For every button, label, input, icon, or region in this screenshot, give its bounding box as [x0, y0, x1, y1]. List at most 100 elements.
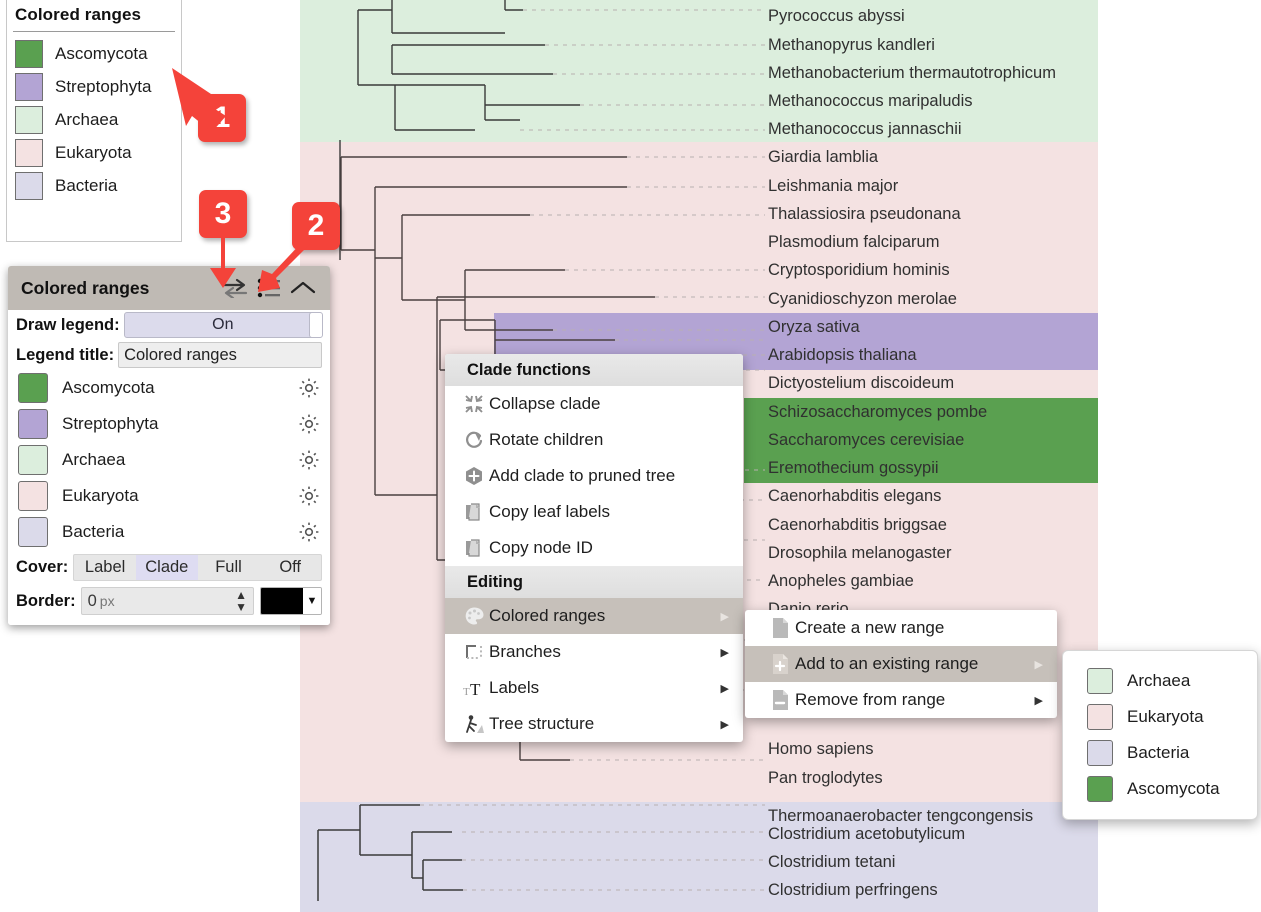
range-color-swatch[interactable] — [18, 481, 48, 511]
legend-title-input[interactable]: Colored ranges — [118, 342, 322, 368]
legend-color-swatch — [15, 106, 43, 134]
existing-range-option[interactable]: Bacteria — [1063, 735, 1257, 771]
leaf-label[interactable]: Clostridium tetani — [768, 848, 895, 877]
menu-item-colored-ranges[interactable]: Colored ranges▶ — [445, 598, 743, 634]
legend-item: Bacteria — [7, 169, 181, 202]
range-row[interactable]: Ascomycota — [8, 370, 330, 406]
leaf-label[interactable]: Clostridium acetobutylicum — [768, 820, 965, 849]
existing-range-label: Ascomycota — [1127, 779, 1220, 799]
leaf-label[interactable]: Methanococcus jannaschii — [768, 115, 962, 144]
existing-range-label: Eukaryota — [1127, 707, 1204, 727]
leaf-label[interactable]: Eremothecium gossypii — [768, 454, 939, 483]
range-color-swatch[interactable] — [18, 409, 48, 439]
leaf-label[interactable]: Thalassiosira pseudonana — [768, 200, 961, 229]
leaf-label[interactable]: Plasmodium falciparum — [768, 228, 939, 257]
legend-title-label: Legend title: — [16, 346, 114, 365]
colored-ranges-control-panel[interactable]: Colored ranges Draw legend: On — [8, 266, 330, 625]
leaf-label[interactable]: Cryptosporidium hominis — [768, 256, 950, 285]
border-width-value: 0 — [88, 592, 97, 611]
colored-ranges-submenu[interactable]: Create a new range Add to an existing ra… — [745, 610, 1057, 718]
leaf-label[interactable]: Methanococcus maripaludis — [768, 87, 973, 116]
gear-icon[interactable] — [298, 377, 320, 399]
range-row[interactable]: Eukaryota — [8, 478, 330, 514]
cover-option-off[interactable]: Off — [259, 555, 321, 580]
copy-icon — [459, 502, 489, 522]
menu-item-tree-structure[interactable]: Tree structure▶ — [445, 706, 743, 742]
leaf-label[interactable]: Pyrococcus abyssi — [768, 2, 905, 31]
menu-item-rotate-children[interactable]: Rotate children — [445, 422, 743, 458]
border-width-stepper[interactable]: 0 px ▲▼ — [81, 587, 254, 615]
range-color-swatch[interactable] — [18, 373, 48, 403]
range-row[interactable]: Streptophyta — [8, 406, 330, 442]
legend-color-swatch — [15, 73, 43, 101]
menu-item-remove-from-range[interactable]: Remove from range▶ — [745, 682, 1057, 718]
leaf-label[interactable]: Homo sapiens — [768, 735, 873, 764]
panel-title: Colored ranges — [21, 278, 218, 299]
border-color-picker[interactable]: ▼ — [260, 587, 322, 615]
leaf-label[interactable]: Giardia lamblia — [768, 143, 878, 172]
range-color-swatch[interactable] — [18, 445, 48, 475]
menu-item-label: Labels — [489, 678, 539, 698]
leaf-label[interactable]: Leishmania major — [768, 172, 898, 201]
menu-item-copy-leaf-labels[interactable]: Copy leaf labels — [445, 494, 743, 530]
menu-item-label: Copy leaf labels — [489, 502, 610, 522]
existing-range-option[interactable]: Ascomycota — [1063, 771, 1257, 807]
copy-icon — [459, 538, 489, 558]
legend-item-label: Bacteria — [55, 176, 117, 196]
menu-item-create-a-new-range[interactable]: Create a new range — [745, 610, 1057, 646]
leaf-label[interactable]: Caenorhabditis briggsae — [768, 511, 947, 540]
menu-item-label: Rotate children — [489, 430, 603, 450]
existing-ranges-submenu[interactable]: Archaea Eukaryota Bacteria Ascomycota — [1062, 650, 1258, 820]
menu-item-branches[interactable]: Branches▶ — [445, 634, 743, 670]
range-color-swatch[interactable] — [18, 517, 48, 547]
legend-item: Archaea — [7, 103, 181, 136]
toggle-knob[interactable] — [309, 312, 323, 338]
annotation-arrow-2 — [252, 236, 322, 301]
menu-item-copy-node-id[interactable]: Copy node ID — [445, 530, 743, 566]
leaf-label[interactable]: Methanobacterium thermautotrophicum — [768, 59, 1056, 88]
gear-icon[interactable] — [298, 449, 320, 471]
leaf-label[interactable]: Methanopyrus kandleri — [768, 31, 935, 60]
menu-item-add-clade-to-pruned-tree[interactable]: Add clade to pruned tree — [445, 458, 743, 494]
stepper-arrows-icon[interactable]: ▲▼ — [235, 589, 247, 613]
existing-range-option[interactable]: Eukaryota — [1063, 699, 1257, 735]
leaf-label[interactable]: Pan troglodytes — [768, 764, 883, 793]
cover-option-label[interactable]: Label — [74, 555, 136, 580]
leaf-label[interactable]: Anopheles gambiae — [768, 567, 914, 596]
chevron-down-icon[interactable]: ▼ — [303, 588, 321, 614]
legend-title-row: Legend title: Colored ranges — [8, 340, 330, 370]
leaf-label[interactable]: Saccharomyces cerevisiae — [768, 426, 964, 455]
cover-segmented-control[interactable]: LabelCladeFullOff — [73, 554, 322, 581]
legend-item: Streptophyta — [7, 70, 181, 103]
gear-icon[interactable] — [298, 485, 320, 507]
submenu-arrow-icon: ▶ — [721, 646, 729, 659]
cover-option-full[interactable]: Full — [198, 555, 260, 580]
panel-body: Draw legend: On Legend title: Colored ra… — [8, 310, 330, 625]
menu-item-add-to-an-existing-range[interactable]: Add to an existing range▶ — [745, 646, 1057, 682]
leaf-label[interactable]: Drosophila melanogaster — [768, 539, 951, 568]
leaf-label[interactable]: Dictyostelium discoideum — [768, 369, 954, 398]
leaf-label[interactable]: Oryza sativa — [768, 313, 860, 342]
leaf-label[interactable]: Cyanidioschyzon merolae — [768, 285, 957, 314]
menu-item-collapse-clade[interactable]: Collapse clade — [445, 386, 743, 422]
gear-icon[interactable] — [298, 521, 320, 543]
leaf-label[interactable]: Arabidopsis thaliana — [768, 341, 917, 370]
leaf-label[interactable]: Caenorhabditis elegans — [768, 482, 941, 511]
add-file-icon — [765, 653, 795, 675]
menu-item-label: Tree structure — [489, 714, 594, 734]
range-row[interactable]: Bacteria — [8, 514, 330, 550]
leaf-label[interactable]: Clostridium perfringens — [768, 876, 938, 905]
menu-item-labels[interactable]: TT Labels▶ — [445, 670, 743, 706]
range-row[interactable]: Archaea — [8, 442, 330, 478]
legend-item-label: Archaea — [55, 110, 118, 130]
branches-icon — [459, 642, 489, 662]
submenu-arrow-icon: ▶ — [721, 682, 729, 695]
clade-context-menu[interactable]: Clade functions Collapse clade Rotate ch… — [445, 354, 743, 742]
leaf-label[interactable]: Schizosaccharomyces pombe — [768, 398, 987, 427]
draw-legend-label: Draw legend: — [16, 316, 120, 335]
cover-option-clade[interactable]: Clade — [136, 555, 198, 580]
existing-range-option[interactable]: Archaea — [1063, 663, 1257, 699]
gear-icon[interactable] — [298, 413, 320, 435]
draw-legend-toggle[interactable]: On — [124, 312, 322, 338]
existing-range-label: Bacteria — [1127, 743, 1189, 763]
